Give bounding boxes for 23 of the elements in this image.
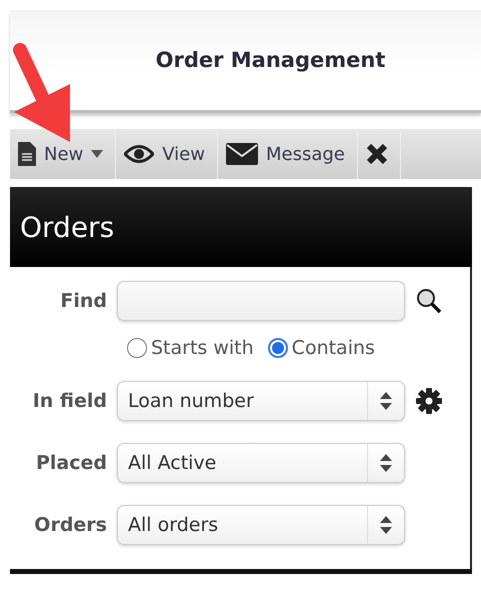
panel-title: Orders <box>20 210 114 244</box>
caret-icon <box>91 150 104 158</box>
select-field[interactable]: All Active <box>117 443 405 483</box>
field-label: In field <box>32 390 107 412</box>
field-label: Placed <box>34 452 107 474</box>
radio-option[interactable]: Starts with <box>127 337 254 359</box>
select-field[interactable]: All orders <box>117 505 405 545</box>
toolbar-button[interactable]: Message <box>218 129 358 179</box>
find-field[interactable] <box>117 281 405 321</box>
page-title: Order Management <box>156 48 386 72</box>
eye-icon <box>124 145 154 163</box>
search-icon[interactable] <box>415 287 443 315</box>
radio-button[interactable] <box>127 338 147 358</box>
select-field[interactable]: Loan number <box>117 381 405 421</box>
field-label: Find <box>59 290 107 312</box>
envelope-icon <box>226 143 258 165</box>
document-icon <box>18 142 36 166</box>
field-label: Orders <box>33 514 107 536</box>
radio-option[interactable]: Contains <box>268 337 375 359</box>
toolbar-button[interactable]: View <box>116 129 218 179</box>
radio-button[interactable] <box>268 338 288 358</box>
settings-icon[interactable] <box>415 387 443 415</box>
close-icon <box>366 143 388 165</box>
